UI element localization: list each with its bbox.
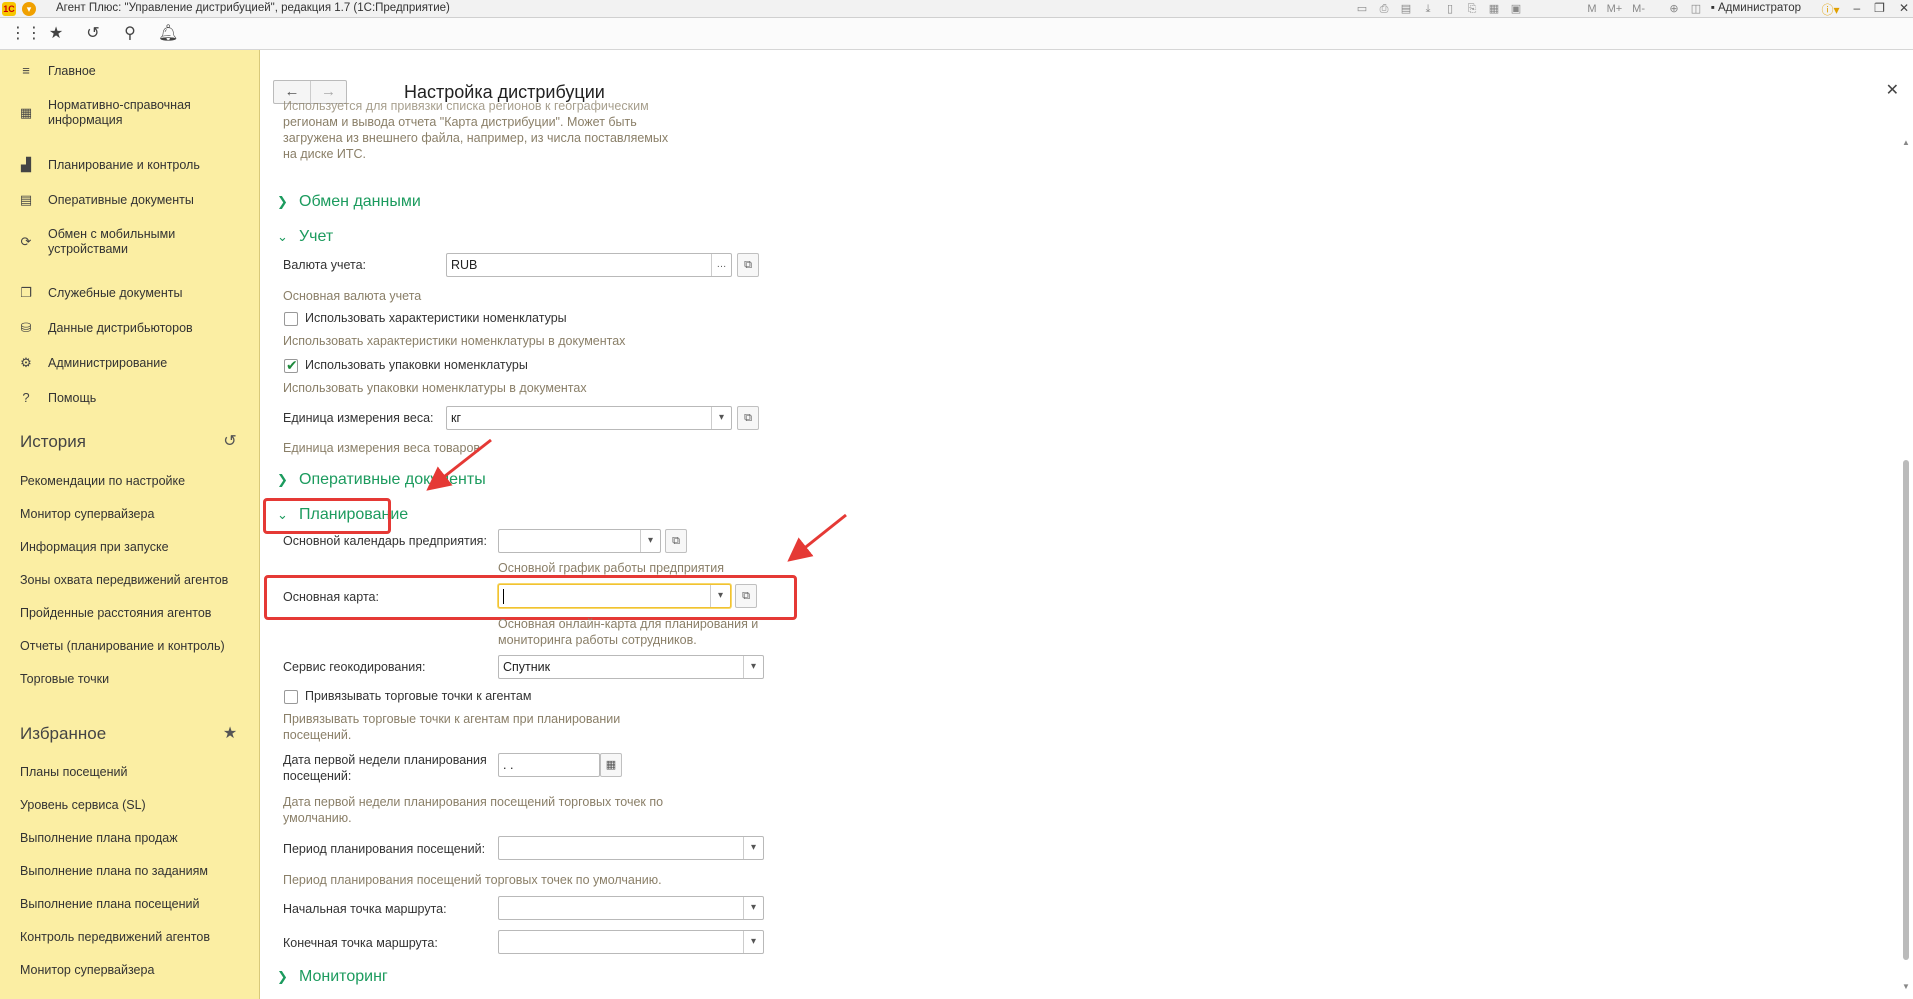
main-area: ← → Настройка дистрибуции ✕ ▲ ▼ Использу… <box>261 50 1913 999</box>
view-tools: ⊕ ◫ <box>1667 2 1703 16</box>
gear-icon: ⚙ <box>20 355 32 370</box>
calendar-icon[interactable]: ▣ <box>1509 2 1523 16</box>
help-icon: ? <box>22 390 30 405</box>
window-controls: ⓘ▾ – ❐ ✕ <box>1821 1 1909 18</box>
preview-icon[interactable]: ▤ <box>1399 2 1413 16</box>
menu-icon: ≡ <box>22 63 30 78</box>
window-tools: ▭ ⎙ ▤ ⤓ ▯ ⎘ ▦ ▣ <box>1355 2 1523 16</box>
restore-icon[interactable]: ❐ <box>1874 1 1885 18</box>
user-name[interactable]: ▪ Администратор <box>1711 2 1801 14</box>
history-item[interactable]: Зоны охвата передвижений агентов <box>20 573 228 587</box>
download-icon[interactable]: ⤓ <box>1421 2 1435 16</box>
sidebar-item-admin[interactable]: ⚙ Администрирование <box>0 354 260 372</box>
sync-icon: ⟳ <box>20 234 32 249</box>
favorites-item[interactable]: Контроль передвижений агентов <box>20 930 210 944</box>
window-title: Агент Плюс: "Управление дистрибуцией", р… <box>56 2 450 14</box>
history-item[interactable]: Рекомендации по настройке <box>20 474 185 488</box>
sidebar-item-planning[interactable]: ▟ Планирование и контроль <box>0 156 260 174</box>
info-icon[interactable]: ⓘ▾ <box>1821 1 1839 18</box>
vertical-scrollbar[interactable]: ▲ ▼ <box>1899 122 1913 999</box>
file-icon[interactable]: ▯ <box>1443 2 1457 16</box>
history-icon[interactable]: ↺ <box>83 24 103 44</box>
scroll-up-icon[interactable]: ▲ <box>1902 138 1910 147</box>
favorites-item[interactable]: Уровень сервиса (SL) <box>20 798 146 812</box>
document-icon: ▤ <box>19 192 33 207</box>
history-icon[interactable]: ↺ <box>220 432 240 452</box>
favorites-item[interactable]: Планы посещений <box>20 765 127 779</box>
window-titlebar: 1С ▾ Агент Плюс: "Управление дистрибуцие… <box>0 0 1913 18</box>
favorites-title: Избранное <box>20 724 107 743</box>
top-toolbar: ⋮⋮ ★ ↺ ⚲ 🔔︎ <box>0 18 1913 50</box>
apps-grid-icon[interactable]: ⋮⋮ <box>10 24 42 44</box>
documents-icon: ❐ <box>20 285 32 300</box>
sidebar-item-distributor-data[interactable]: ⛁ Данные дистрибьюторов <box>0 319 260 337</box>
bell-icon[interactable]: 🔔︎ <box>158 24 178 44</box>
search-icon[interactable]: ⚲ <box>120 24 140 44</box>
main-menu-icon[interactable]: ▾ <box>22 2 36 16</box>
data-icon: ⛁ <box>20 320 32 335</box>
memory-tools: M M+ M- <box>1587 2 1645 16</box>
favorites-item[interactable]: Выполнение плана посещений <box>20 897 199 911</box>
m-minus-button[interactable]: M- <box>1632 2 1645 16</box>
panels-icon[interactable]: ◫ <box>1689 2 1703 16</box>
annotation-arrows <box>426 438 847 562</box>
sidebar-item-service-docs[interactable]: ❐ Служебные документы <box>0 284 260 302</box>
history-title: История <box>20 432 86 451</box>
close-window-icon[interactable]: ✕ <box>1899 1 1909 18</box>
grid-icon: ▦ <box>19 105 33 120</box>
sidebar-item-help[interactable]: ? Помощь <box>0 389 260 407</box>
favorites-item[interactable]: Выполнение плана продаж <box>20 831 178 845</box>
favorites-item[interactable]: Монитор супервайзера <box>20 963 154 977</box>
table-icon[interactable]: ▦ <box>1487 2 1501 16</box>
sidebar-item-mobile-exchange[interactable]: ⟳ Обмен с мобильными устройствами <box>0 226 260 258</box>
attach-icon[interactable]: ⎘ <box>1465 2 1479 16</box>
settings-form: Используется для привязки списка регионо… <box>261 50 1891 999</box>
annotation-arrow-planning <box>426 438 492 491</box>
sidebar: ≡ Главное ▦ Нормативно-справочная информ… <box>0 50 260 999</box>
user-icon: ▪ <box>1710 2 1715 14</box>
favorites-star-icon[interactable]: ★ <box>46 24 66 44</box>
history-item[interactable]: Отчеты (планирование и контроль) <box>20 639 225 653</box>
save-icon[interactable]: ▭ <box>1355 2 1369 16</box>
history-item[interactable]: Монитор супервайзера <box>20 507 154 521</box>
annotation-arrow-map <box>787 513 847 562</box>
m-plus-button[interactable]: M+ <box>1607 2 1623 16</box>
chart-icon: ▟ <box>21 157 31 172</box>
print-icon[interactable]: ⎙ <box>1377 2 1391 16</box>
scroll-down-icon[interactable]: ▼ <box>1902 982 1910 991</box>
history-item[interactable]: Пройденные расстояния агентов <box>20 606 211 620</box>
sidebar-item-main[interactable]: ≡ Главное <box>0 62 260 80</box>
sidebar-item-operative[interactable]: ▤ Оперативные документы <box>0 191 260 209</box>
minimize-icon[interactable]: – <box>1853 1 1860 18</box>
history-item[interactable]: Торговые точки <box>20 672 109 686</box>
m-button[interactable]: M <box>1587 2 1596 16</box>
history-item[interactable]: Информация при запуске <box>20 540 169 554</box>
sidebar-item-reference[interactable]: ▦ Нормативно-справочная информация <box>0 97 260 129</box>
star-icon[interactable]: ★ <box>220 724 240 744</box>
favorites-item[interactable]: Выполнение плана по заданиям <box>20 864 208 878</box>
zoom-icon[interactable]: ⊕ <box>1667 2 1681 16</box>
app-logo-icon[interactable]: 1С <box>2 2 16 16</box>
scrollbar-thumb[interactable] <box>1903 460 1909 960</box>
